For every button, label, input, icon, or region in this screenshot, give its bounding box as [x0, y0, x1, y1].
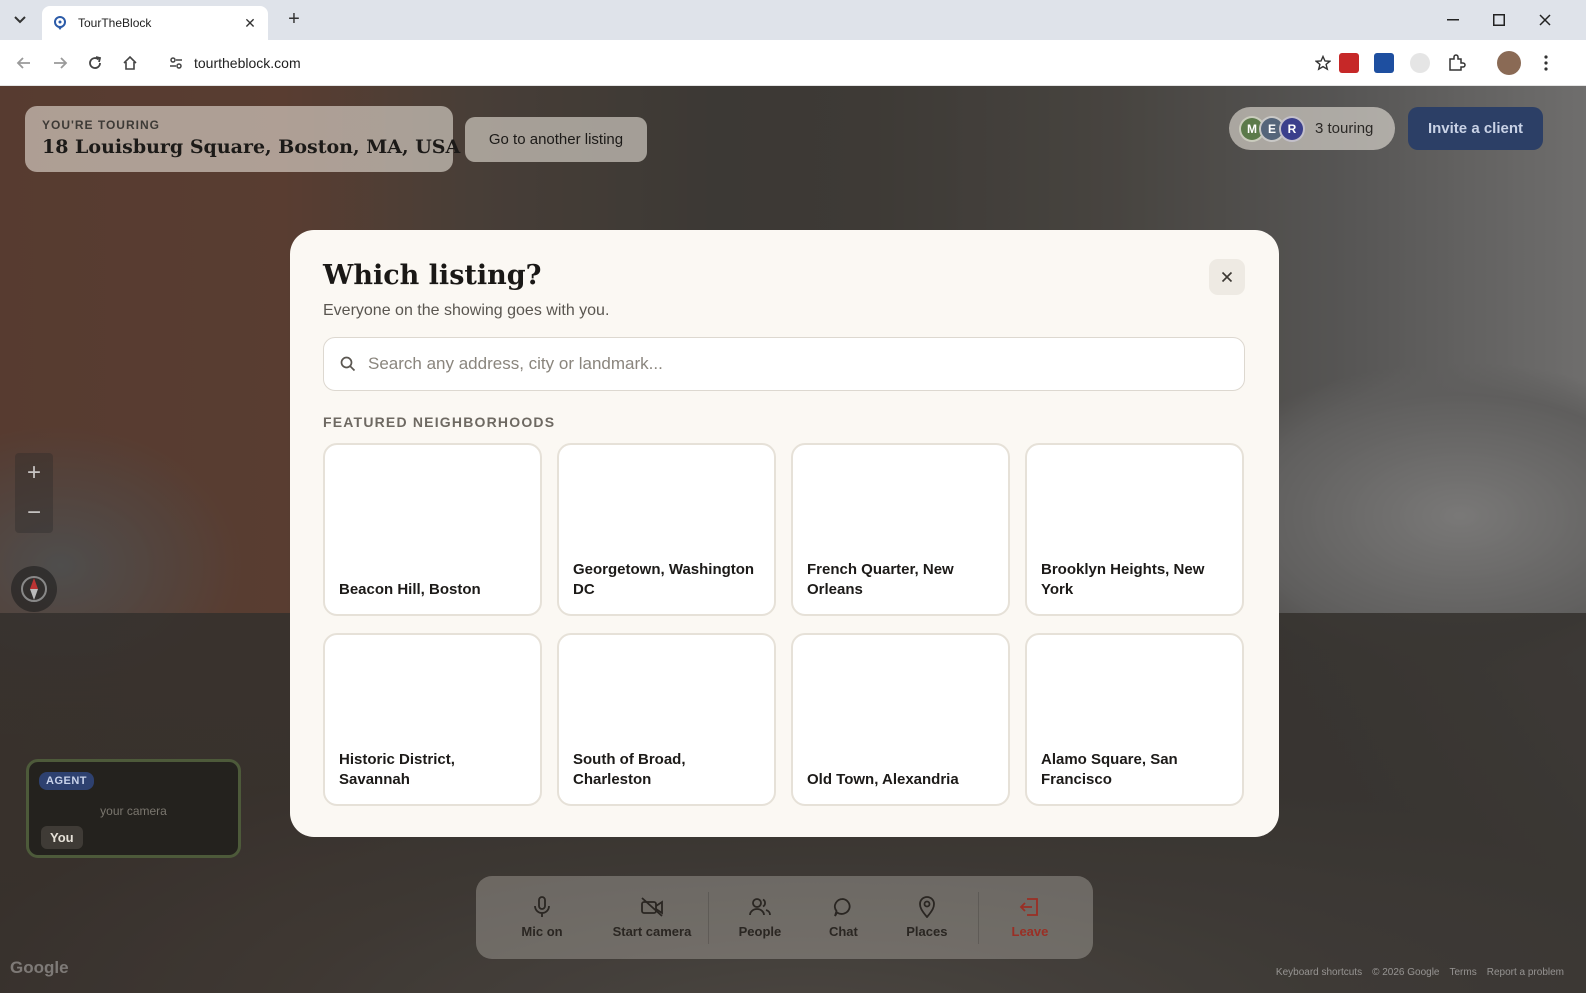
- new-tab-icon[interactable]: +: [282, 8, 306, 32]
- site-favicon-icon: [54, 16, 66, 30]
- back-icon[interactable]: [12, 51, 36, 75]
- neighborhood-name: Beacon Hill, Boston: [339, 581, 481, 598]
- google-logo: Google: [10, 958, 69, 977]
- self-name-label: You: [41, 826, 83, 849]
- zoom-in-icon[interactable]: +: [15, 453, 53, 493]
- section-label: FEATURED NEIGHBORHOODS: [323, 414, 556, 430]
- search-icon: [340, 356, 356, 372]
- tab-close-icon[interactable]: ✕: [242, 15, 258, 32]
- neighborhood-grid: Beacon Hill, Boston Georgetown, Washingt…: [323, 443, 1246, 806]
- terms-link[interactable]: Terms: [1450, 967, 1477, 978]
- listing-picker-modal: Which listing? Everyone on the showing g…: [290, 230, 1279, 837]
- compass-icon[interactable]: [11, 566, 57, 612]
- extensions-puzzle-icon[interactable]: [1446, 53, 1466, 73]
- neighborhood-card[interactable]: South of Broad, Charleston: [557, 633, 776, 806]
- leave-button[interactable]: Leave: [979, 888, 1081, 948]
- neighborhood-name: French Quarter, New Orleans: [807, 561, 954, 598]
- go-to-another-listing-button[interactable]: Go to another listing: [465, 117, 647, 162]
- modal-subtitle: Everyone on the showing goes with you.: [323, 302, 610, 319]
- camera-button[interactable]: Start camera: [596, 888, 708, 948]
- modal-close-button[interactable]: [1209, 259, 1245, 295]
- call-controls-bar: Mic on Start camera People Chat Places L…: [476, 876, 1093, 959]
- keyboard-shortcuts-link[interactable]: Keyboard shortcuts: [1276, 967, 1362, 978]
- neighborhood-name: Alamo Square, San Francisco: [1041, 751, 1178, 788]
- reload-icon[interactable]: [83, 51, 107, 75]
- neighborhood-name: Old Town, Alexandria: [807, 771, 959, 788]
- self-video-tile: AGENT your camera You: [26, 759, 241, 858]
- home-icon[interactable]: [118, 51, 142, 75]
- site-info-icon[interactable]: [158, 55, 194, 71]
- map-footer-links: Keyboard shortcuts © 2026 Google Terms R…: [1276, 967, 1564, 978]
- neighborhood-card[interactable]: Brooklyn Heights, New York: [1025, 443, 1244, 616]
- search-box[interactable]: [323, 337, 1245, 391]
- browser-tabstrip: TourTheBlock ✕ +: [0, 0, 1586, 40]
- places-button[interactable]: Places: [876, 888, 978, 948]
- presence-indicator[interactable]: M E R 3 touring: [1229, 107, 1395, 150]
- zoom-out-icon[interactable]: −: [15, 493, 53, 533]
- camera-note: your camera: [100, 804, 167, 818]
- copyright-text: © 2026 Google: [1372, 967, 1440, 978]
- zoom-control: + −: [15, 453, 53, 533]
- extension-react-icon[interactable]: [1374, 53, 1394, 73]
- people-button[interactable]: People: [709, 888, 811, 948]
- modal-title: Which listing?: [323, 260, 542, 291]
- neighborhood-card[interactable]: Beacon Hill, Boston: [323, 443, 542, 616]
- people-icon: [749, 898, 771, 916]
- neighborhood-name: South of Broad, Charleston: [573, 751, 686, 788]
- neighborhood-card[interactable]: Georgetown, Washington DC: [557, 443, 776, 616]
- address-bar[interactable]: tourtheblock.com: [158, 46, 1338, 80]
- microphone-icon: [534, 896, 550, 917]
- neighborhood-name: Georgetown, Washington DC: [573, 561, 755, 598]
- places-label: Places: [906, 924, 948, 939]
- extension-red-icon[interactable]: [1339, 53, 1359, 73]
- people-label: People: [738, 924, 782, 939]
- tab-title: TourTheBlock: [78, 16, 152, 30]
- neighborhood-card[interactable]: Old Town, Alexandria: [791, 633, 1010, 806]
- maximize-icon[interactable]: [1476, 0, 1522, 40]
- browser-tab[interactable]: TourTheBlock ✕: [42, 6, 268, 40]
- touring-label: YOU'RE TOURING: [42, 118, 160, 132]
- search-input[interactable]: [368, 354, 1228, 374]
- browser-toolbar: tourtheblock.com: [0, 40, 1586, 86]
- window-close-icon[interactable]: [1522, 0, 1568, 40]
- touring-address: 18 Louisburg Square, Boston, MA, USA: [42, 136, 461, 158]
- neighborhood-card[interactable]: French Quarter, New Orleans: [791, 443, 1010, 616]
- agent-badge: AGENT: [39, 772, 94, 790]
- invite-client-button[interactable]: Invite a client: [1408, 107, 1543, 150]
- leave-icon: [1019, 898, 1038, 916]
- neighborhood-name: Historic District, Savannah: [339, 751, 455, 788]
- tab-search-menu-icon[interactable]: [8, 8, 32, 32]
- mic-label: Mic on: [521, 924, 563, 939]
- camera-label: Start camera: [612, 924, 692, 939]
- touring-count: 3 touring: [1315, 120, 1374, 137]
- url-text: tourtheblock.com: [194, 55, 301, 71]
- browser-menu-icon[interactable]: [1536, 53, 1556, 73]
- camera-off-icon: [641, 897, 663, 917]
- chat-icon: [834, 898, 851, 917]
- leave-label: Leave: [1011, 924, 1049, 939]
- close-icon: [1221, 271, 1233, 283]
- avatar: R: [1279, 115, 1305, 142]
- mic-button[interactable]: Mic on: [488, 888, 596, 948]
- minimize-icon[interactable]: [1430, 0, 1476, 40]
- chat-label: Chat: [828, 924, 858, 939]
- bookmark-star-icon[interactable]: [1308, 55, 1338, 71]
- neighborhood-card[interactable]: Historic District, Savannah: [323, 633, 542, 806]
- chat-button[interactable]: Chat: [811, 888, 876, 948]
- report-problem-link[interactable]: Report a problem: [1487, 967, 1564, 978]
- map-pin-icon: [918, 896, 935, 918]
- street-view-viewport[interactable]: YOU'RE TOURING 18 Louisburg Square, Bost…: [0, 86, 1586, 993]
- profile-avatar[interactable]: [1497, 51, 1521, 75]
- neighborhood-name: Brooklyn Heights, New York: [1041, 561, 1205, 598]
- extension-circle-icon[interactable]: [1410, 53, 1430, 73]
- neighborhood-card[interactable]: Alamo Square, San Francisco: [1025, 633, 1244, 806]
- touring-card: YOU'RE TOURING 18 Louisburg Square, Bost…: [25, 106, 461, 172]
- forward-icon[interactable]: [48, 51, 72, 75]
